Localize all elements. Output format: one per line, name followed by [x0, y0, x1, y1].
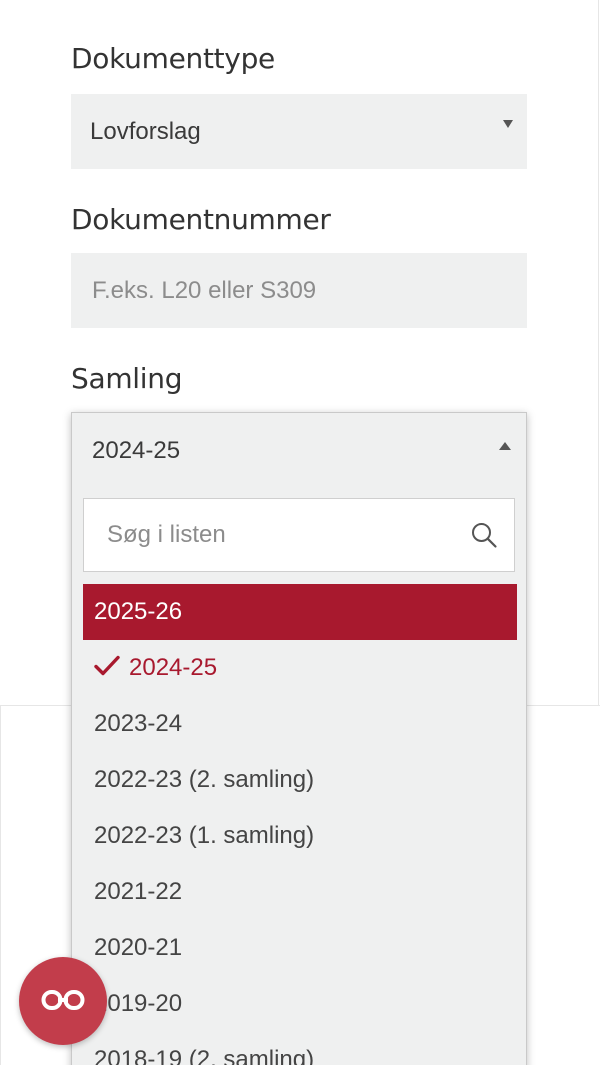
session-option[interactable]: 2022-23 (1. samling) — [83, 808, 517, 864]
session-option[interactable]: 2023-24 — [83, 696, 517, 752]
session-option[interactable]: 2020-21 — [83, 920, 517, 976]
session-option-label: 2023-24 — [94, 710, 183, 737]
session-option[interactable]: 2019-20 — [83, 976, 517, 1032]
reader-fab-button[interactable] — [19, 957, 107, 1045]
session-dropdown[interactable]: 2024-25 2025-26 2024-25 2023-24 2022-2 — [71, 412, 527, 1065]
session-option[interactable]: 2022-23 (2. samling) — [83, 752, 517, 808]
session-option-label: 2019-20 — [94, 990, 183, 1017]
session-option-label: 2022-23 (2. samling) — [94, 766, 315, 793]
session-option[interactable]: 2021-22 — [83, 864, 517, 920]
session-current-value[interactable]: 2024-25 — [92, 413, 180, 489]
card-border-bottom — [0, 705, 73, 706]
session-options-list: 2025-26 2024-25 2023-24 2022-23 (2. saml… — [83, 584, 517, 1065]
document-number-placeholder: F.eks. L20 eller S309 — [92, 277, 317, 304]
session-option-label: 2020-21 — [94, 934, 183, 961]
card-border-bottom — [526, 705, 600, 706]
card-border-left — [0, 706, 1, 1065]
session-option-label: 2018-19 (2. samling) — [94, 1046, 315, 1065]
chevron-down-icon — [503, 120, 513, 128]
reading-glasses-icon — [41, 990, 85, 1010]
session-option-label: 2021-22 — [94, 878, 183, 905]
document-type-select[interactable]: Lovforslag — [71, 94, 527, 169]
card-border-right — [598, 0, 599, 706]
session-option-label: 2025-26 — [94, 598, 183, 625]
session-option-label: 2024-25 — [129, 654, 218, 681]
search-icon[interactable] — [470, 521, 498, 549]
document-type-value: Lovforslag — [90, 118, 201, 145]
session-search-box[interactable] — [83, 498, 515, 572]
session-option[interactable]: 2018-19 (2. samling) — [83, 1032, 517, 1065]
document-type-label: Dokumenttype — [71, 42, 275, 75]
session-label: Samling — [71, 362, 183, 395]
session-option-selected[interactable]: 2024-25 — [83, 640, 517, 696]
session-option-label: 2022-23 (1. samling) — [94, 822, 315, 849]
chevron-up-icon[interactable] — [499, 442, 511, 450]
session-search-input[interactable] — [84, 499, 477, 571]
check-icon — [94, 655, 120, 675]
page: Dokumenttype Lovforslag Dokumentnummer F… — [0, 0, 600, 1065]
session-option[interactable]: 2025-26 — [83, 584, 517, 640]
document-number-field[interactable]: F.eks. L20 eller S309 — [71, 253, 527, 328]
document-number-label: Dokumentnummer — [71, 203, 331, 236]
